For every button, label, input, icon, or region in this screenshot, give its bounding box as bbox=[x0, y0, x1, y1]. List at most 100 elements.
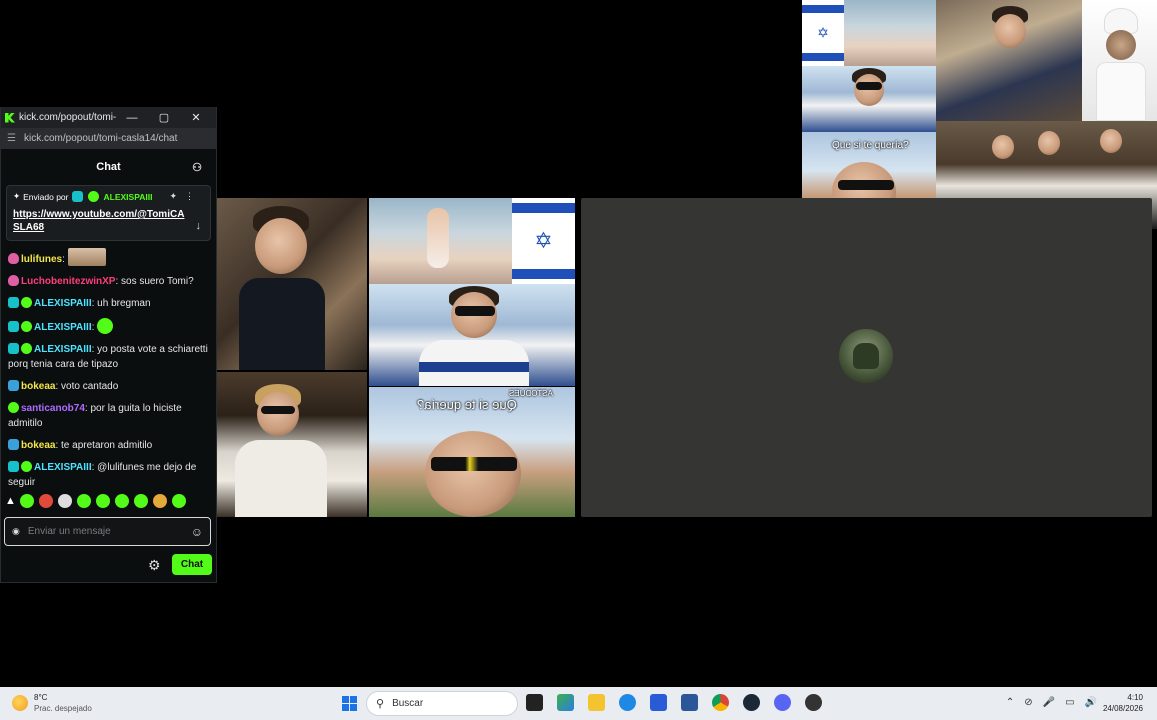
users-icon[interactable]: ⚇ bbox=[192, 161, 202, 174]
kick-logo-icon bbox=[5, 112, 15, 123]
scroll-arrow-icon[interactable]: ▲ bbox=[5, 494, 16, 508]
emote-icon[interactable] bbox=[134, 494, 148, 508]
store-icon[interactable] bbox=[650, 694, 667, 711]
microphone-icon[interactable]: 🎤 bbox=[1043, 697, 1055, 708]
tray-chevron-icon[interactable]: ⌃ bbox=[1006, 697, 1014, 708]
chat-message[interactable]: santicanob74: por la guita lo hiciste ad… bbox=[8, 401, 209, 431]
video-tag: ASTODUES bbox=[509, 389, 553, 398]
chat-username[interactable]: ALEXISPAIII bbox=[34, 462, 92, 473]
address-bar[interactable]: ☰ kick.com/popout/tomi-casla14/chat bbox=[1, 128, 216, 149]
star-of-david-icon: ✡ bbox=[534, 228, 553, 253]
chat-username[interactable]: ALEXISPAIII bbox=[34, 298, 92, 309]
close-button[interactable]: ✕ bbox=[180, 111, 212, 124]
chat-input[interactable]: Enviar un mensaje bbox=[28, 526, 191, 537]
taskbar-clock[interactable]: 4:10 24/08/2026 bbox=[1103, 692, 1143, 714]
battery-icon[interactable]: ▭ bbox=[1065, 697, 1074, 708]
chat-username[interactable]: santicanob74 bbox=[21, 403, 85, 414]
video-tile-jersey-small bbox=[802, 66, 936, 132]
file-explorer-icon[interactable] bbox=[588, 694, 605, 711]
chat-text: sos suero Tomi? bbox=[121, 276, 194, 287]
emote-icon[interactable] bbox=[115, 494, 129, 508]
chat-settings-gear-icon[interactable]: ⚙ bbox=[148, 557, 161, 574]
video-tile-selfie-small bbox=[936, 0, 1082, 121]
emote-icon[interactable] bbox=[20, 494, 34, 508]
weather-temp: 8°C bbox=[34, 693, 48, 702]
video-tile-selfie-large bbox=[217, 198, 367, 370]
taskbar-apps[interactable] bbox=[526, 694, 822, 711]
chat-emote-icon bbox=[97, 318, 114, 334]
edge-browser-icon[interactable] bbox=[619, 694, 636, 711]
windows-start-icon[interactable] bbox=[342, 696, 357, 711]
window-titlebar[interactable]: kick.com/popout/tomi-casla... — ▢ ✕ bbox=[1, 107, 216, 128]
chat-message[interactable]: bokeaa: te apretaron admitilo bbox=[8, 438, 209, 453]
chat-username[interactable]: bokeaa bbox=[21, 381, 55, 392]
emote-icon[interactable] bbox=[153, 494, 167, 508]
collapse-arrow-icon[interactable]: ↓ bbox=[196, 220, 202, 232]
chat-message[interactable]: LuchobenitezwinXP: sos suero Tomi? bbox=[8, 274, 209, 289]
emote-icon[interactable] bbox=[39, 494, 53, 508]
emote-icon[interactable] bbox=[172, 494, 186, 508]
chat-message[interactable]: ALEXISPAIII: bbox=[8, 318, 209, 335]
maximize-button[interactable]: ▢ bbox=[148, 111, 180, 124]
chat-message[interactable]: lulifunes: bbox=[8, 248, 209, 267]
chat-message[interactable]: ALEXISPAIII: @lulifunes me dejo de segui… bbox=[8, 460, 209, 490]
quick-emote-bar[interactable]: ▲ bbox=[5, 494, 186, 508]
chat-message[interactable]: bokeaa: voto cantado bbox=[8, 379, 209, 394]
chat-input-box[interactable]: ◉ Enviar un mensaje ☺ bbox=[4, 517, 211, 546]
clock-date: 24/08/2026 bbox=[1102, 704, 1143, 713]
sub-badge-icon bbox=[8, 297, 19, 308]
chat-separator: : bbox=[62, 254, 68, 265]
chat-username[interactable]: lulifunes bbox=[21, 254, 62, 265]
send-chat-button[interactable]: Chat bbox=[172, 554, 212, 575]
discord-icon[interactable] bbox=[774, 694, 791, 711]
game-app-icon[interactable] bbox=[805, 694, 822, 711]
video-tile-jersey-large bbox=[369, 284, 575, 386]
task-view-icon[interactable] bbox=[526, 694, 543, 711]
ver-badge-icon bbox=[21, 321, 32, 332]
pinned-controls[interactable]: ✦⋮ bbox=[169, 191, 202, 202]
star-of-david-icon: ✡ bbox=[817, 24, 829, 41]
emoji-picker-icon[interactable]: ☺ bbox=[191, 525, 203, 539]
chat-username[interactable]: LuchobenitezwinXP bbox=[21, 276, 115, 287]
video-tile-white-shirt-large bbox=[217, 372, 367, 517]
sub-badge-icon bbox=[8, 461, 19, 472]
boost-badge-icon bbox=[8, 380, 19, 391]
volume-icon[interactable]: 🔊 bbox=[1085, 697, 1097, 708]
weather-sun-icon bbox=[12, 695, 28, 711]
taskbar-search[interactable]: ⚲ Buscar bbox=[366, 691, 518, 716]
chat-title: Chat bbox=[96, 161, 121, 173]
more-options-icon[interactable]: ⋮ bbox=[185, 191, 202, 201]
chat-username[interactable]: bokeaa bbox=[21, 440, 55, 451]
chrome-icon[interactable] bbox=[712, 694, 729, 711]
chat-popout-window[interactable]: kick.com/popout/tomi-casla... — ▢ ✕ ☰ ki… bbox=[0, 107, 217, 583]
chat-username[interactable]: ALEXISPAIII bbox=[34, 322, 92, 333]
chat-message-list[interactable]: lulifunes: LuchobenitezwinXP: sos suero … bbox=[1, 248, 216, 490]
pin-icon: ✦ bbox=[13, 191, 21, 201]
widgets-icon[interactable] bbox=[557, 694, 574, 711]
pinned-link[interactable]: https://www.youtube.com/@TomiCASLA68 bbox=[13, 208, 191, 234]
emote-icon[interactable] bbox=[58, 494, 72, 508]
video-tile-flag-small: ✡ bbox=[802, 0, 844, 66]
network-off-icon[interactable]: ⊘ bbox=[1024, 697, 1032, 708]
emote-icon[interactable] bbox=[96, 494, 110, 508]
shield-icon: ◉ bbox=[12, 526, 20, 536]
pinned-message[interactable]: ✦ Enviado por ALEXISPAIII ✦⋮ https://www… bbox=[6, 185, 211, 241]
minimize-button[interactable]: — bbox=[116, 112, 148, 124]
chat-username[interactable]: ALEXISPAIII bbox=[34, 344, 92, 355]
pinned-username[interactable]: ALEXISPAIII bbox=[104, 192, 153, 202]
site-info-icon[interactable]: ☰ bbox=[7, 133, 16, 144]
search-icon: ⚲ bbox=[376, 698, 385, 710]
window-title: kick.com/popout/tomi-casla... bbox=[19, 112, 116, 123]
boost-badge-icon bbox=[8, 439, 19, 450]
verified-badge-icon bbox=[87, 191, 99, 202]
weather-widget[interactable]: 8°C Prac. despejado bbox=[12, 692, 92, 714]
windows-taskbar[interactable]: 8°C Prac. despejado ⚲ Buscar ⌃ ⊘ 🎤 ▭ 🔊 4… bbox=[0, 687, 1157, 720]
video-tile-sunglasses-large: Que si te quería? ASTODUES bbox=[369, 387, 575, 517]
word-icon[interactable] bbox=[681, 694, 698, 711]
unpin-icon[interactable]: ✦ bbox=[169, 191, 185, 201]
steam-icon[interactable] bbox=[743, 694, 760, 711]
emote-icon[interactable] bbox=[77, 494, 91, 508]
chat-message[interactable]: ALEXISPAIII: uh bregman bbox=[8, 296, 209, 311]
system-tray[interactable]: ⌃ ⊘ 🎤 ▭ 🔊 bbox=[1006, 697, 1097, 708]
chat-message[interactable]: ALEXISPAIII: yo posta vote a schiaretti … bbox=[8, 342, 209, 372]
